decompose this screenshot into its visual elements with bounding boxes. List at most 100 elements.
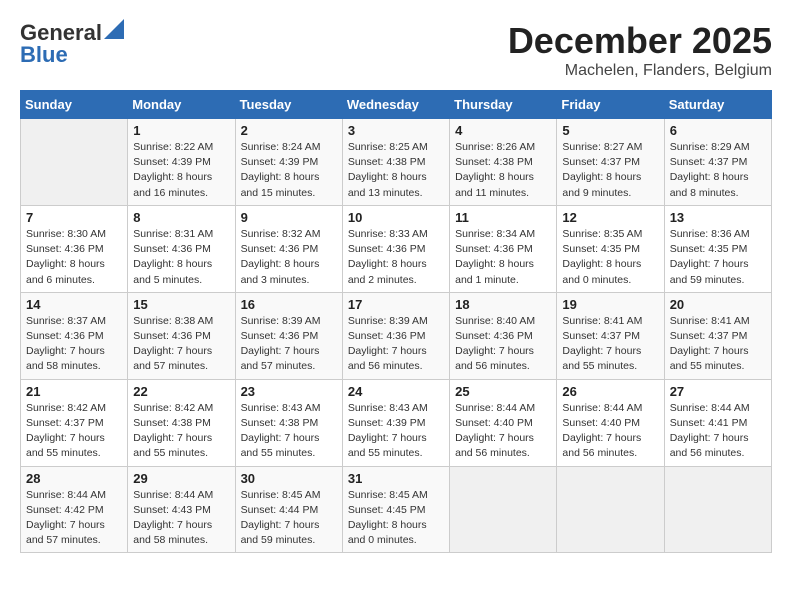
calendar-cell: 8 Sunrise: 8:31 AMSunset: 4:36 PMDaylight… bbox=[128, 205, 235, 292]
day-number: 26 bbox=[562, 384, 658, 399]
calendar-header-monday: Monday bbox=[128, 91, 235, 119]
day-number: 16 bbox=[241, 297, 337, 312]
day-number: 9 bbox=[241, 210, 337, 225]
day-info: Sunrise: 8:32 AMSunset: 4:36 PMDaylight:… bbox=[241, 227, 337, 288]
calendar-header-friday: Friday bbox=[557, 91, 664, 119]
calendar-cell: 16 Sunrise: 8:39 AMSunset: 4:36 PMDayligh… bbox=[235, 292, 342, 379]
day-number: 28 bbox=[26, 471, 122, 486]
calendar-header-tuesday: Tuesday bbox=[235, 91, 342, 119]
calendar-cell: 12 Sunrise: 8:35 AMSunset: 4:35 PMDayligh… bbox=[557, 205, 664, 292]
day-info: Sunrise: 8:27 AMSunset: 4:37 PMDaylight:… bbox=[562, 140, 658, 201]
calendar-cell: 23 Sunrise: 8:43 AMSunset: 4:38 PMDayligh… bbox=[235, 379, 342, 466]
calendar-cell: 18 Sunrise: 8:40 AMSunset: 4:36 PMDayligh… bbox=[450, 292, 557, 379]
day-info: Sunrise: 8:43 AMSunset: 4:39 PMDaylight:… bbox=[348, 401, 444, 462]
calendar-cell: 15Sunrise: 8:38 AMSunset: 4:36 PMDayligh… bbox=[128, 292, 235, 379]
day-info: Sunrise: 8:45 AMSunset: 4:45 PMDaylight:… bbox=[348, 488, 444, 549]
calendar-cell: 6 Sunrise: 8:29 AMSunset: 4:37 PMDaylight… bbox=[664, 119, 771, 206]
calendar-week-1: 1Sunrise: 8:22 AMSunset: 4:39 PMDaylight… bbox=[21, 119, 772, 206]
day-number: 5 bbox=[562, 123, 658, 138]
day-info: Sunrise: 8:36 AMSunset: 4:35 PMDaylight:… bbox=[670, 227, 766, 288]
calendar-cell: 27Sunrise: 8:44 AMSunset: 4:41 PMDayligh… bbox=[664, 379, 771, 466]
day-number: 2 bbox=[241, 123, 337, 138]
calendar-week-2: 7 Sunrise: 8:30 AMSunset: 4:36 PMDaylight… bbox=[21, 205, 772, 292]
calendar-cell: 2Sunrise: 8:24 AMSunset: 4:39 PMDaylight… bbox=[235, 119, 342, 206]
day-info: Sunrise: 8:30 AMSunset: 4:36 PMDaylight:… bbox=[26, 227, 122, 288]
day-number: 25 bbox=[455, 384, 551, 399]
day-info: Sunrise: 8:37 AMSunset: 4:36 PMDaylight:… bbox=[26, 314, 122, 375]
calendar-cell bbox=[21, 119, 128, 206]
calendar-cell: 21Sunrise: 8:42 AMSunset: 4:37 PMDayligh… bbox=[21, 379, 128, 466]
day-info: Sunrise: 8:31 AMSunset: 4:36 PMDaylight:… bbox=[133, 227, 229, 288]
calendar-header-wednesday: Wednesday bbox=[342, 91, 449, 119]
day-info: Sunrise: 8:45 AMSunset: 4:44 PMDaylight:… bbox=[241, 488, 337, 549]
day-number: 23 bbox=[241, 384, 337, 399]
calendar-cell: 25 Sunrise: 8:44 AMSunset: 4:40 PMDayligh… bbox=[450, 379, 557, 466]
location-title: Machelen, Flanders, Belgium bbox=[508, 62, 772, 80]
calendar-cell: 1Sunrise: 8:22 AMSunset: 4:39 PMDaylight… bbox=[128, 119, 235, 206]
day-number: 24 bbox=[348, 384, 444, 399]
day-info: Sunrise: 8:41 AMSunset: 4:37 PMDaylight:… bbox=[562, 314, 658, 375]
day-number: 29 bbox=[133, 471, 229, 486]
day-number: 12 bbox=[562, 210, 658, 225]
calendar-header-sunday: Sunday bbox=[21, 91, 128, 119]
day-info: Sunrise: 8:44 AMSunset: 4:41 PMDaylight:… bbox=[670, 401, 766, 462]
calendar-header-thursday: Thursday bbox=[450, 91, 557, 119]
calendar-cell bbox=[557, 466, 664, 553]
calendar-cell: 3 Sunrise: 8:25 AMSunset: 4:38 PMDaylight… bbox=[342, 119, 449, 206]
day-info: Sunrise: 8:26 AMSunset: 4:38 PMDaylight:… bbox=[455, 140, 551, 201]
title-area: December 2025 Machelen, Flanders, Belgiu… bbox=[508, 20, 772, 80]
calendar-cell: 28 Sunrise: 8:44 AMSunset: 4:42 PMDayligh… bbox=[21, 466, 128, 553]
calendar-cell bbox=[450, 466, 557, 553]
calendar-cell: 5 Sunrise: 8:27 AMSunset: 4:37 PMDaylight… bbox=[557, 119, 664, 206]
calendar-cell: 7 Sunrise: 8:30 AMSunset: 4:36 PMDaylight… bbox=[21, 205, 128, 292]
calendar-cell: 26Sunrise: 8:44 AMSunset: 4:40 PMDayligh… bbox=[557, 379, 664, 466]
day-number: 3 bbox=[348, 123, 444, 138]
calendar-week-3: 14 Sunrise: 8:37 AMSunset: 4:36 PMDayligh… bbox=[21, 292, 772, 379]
calendar-cell: 30 Sunrise: 8:45 AMSunset: 4:44 PMDayligh… bbox=[235, 466, 342, 553]
calendar-cell bbox=[664, 466, 771, 553]
day-number: 22 bbox=[133, 384, 229, 399]
logo-icon bbox=[104, 19, 124, 39]
day-number: 18 bbox=[455, 297, 551, 312]
day-info: Sunrise: 8:40 AMSunset: 4:36 PMDaylight:… bbox=[455, 314, 551, 375]
day-info: Sunrise: 8:33 AMSunset: 4:36 PMDaylight:… bbox=[348, 227, 444, 288]
calendar-header-row: SundayMondayTuesdayWednesdayThursdayFrid… bbox=[21, 91, 772, 119]
calendar-week-5: 28 Sunrise: 8:44 AMSunset: 4:42 PMDayligh… bbox=[21, 466, 772, 553]
day-number: 4 bbox=[455, 123, 551, 138]
calendar-header-saturday: Saturday bbox=[664, 91, 771, 119]
calendar-cell: 4 Sunrise: 8:26 AMSunset: 4:38 PMDaylight… bbox=[450, 119, 557, 206]
day-number: 30 bbox=[241, 471, 337, 486]
calendar-week-4: 21Sunrise: 8:42 AMSunset: 4:37 PMDayligh… bbox=[21, 379, 772, 466]
day-number: 8 bbox=[133, 210, 229, 225]
day-number: 31 bbox=[348, 471, 444, 486]
day-info: Sunrise: 8:44 AMSunset: 4:42 PMDaylight:… bbox=[26, 488, 122, 549]
day-info: Sunrise: 8:43 AMSunset: 4:38 PMDaylight:… bbox=[241, 401, 337, 462]
month-title: December 2025 bbox=[508, 20, 772, 62]
day-number: 20 bbox=[670, 297, 766, 312]
calendar-cell: 29 Sunrise: 8:44 AMSunset: 4:43 PMDayligh… bbox=[128, 466, 235, 553]
day-info: Sunrise: 8:44 AMSunset: 4:43 PMDaylight:… bbox=[133, 488, 229, 549]
calendar-cell: 19 Sunrise: 8:41 AMSunset: 4:37 PMDayligh… bbox=[557, 292, 664, 379]
day-info: Sunrise: 8:44 AMSunset: 4:40 PMDaylight:… bbox=[455, 401, 551, 462]
day-info: Sunrise: 8:39 AMSunset: 4:36 PMDaylight:… bbox=[241, 314, 337, 375]
day-number: 13 bbox=[670, 210, 766, 225]
day-info: Sunrise: 8:42 AMSunset: 4:38 PMDaylight:… bbox=[133, 401, 229, 462]
day-number: 11 bbox=[455, 210, 551, 225]
calendar-cell: 22 Sunrise: 8:42 AMSunset: 4:38 PMDayligh… bbox=[128, 379, 235, 466]
day-info: Sunrise: 8:35 AMSunset: 4:35 PMDaylight:… bbox=[562, 227, 658, 288]
calendar-cell: 20Sunrise: 8:41 AMSunset: 4:37 PMDayligh… bbox=[664, 292, 771, 379]
day-number: 19 bbox=[562, 297, 658, 312]
day-number: 15 bbox=[133, 297, 229, 312]
calendar-cell: 17Sunrise: 8:39 AMSunset: 4:36 PMDayligh… bbox=[342, 292, 449, 379]
day-number: 10 bbox=[348, 210, 444, 225]
calendar-cell: 31 Sunrise: 8:45 AMSunset: 4:45 PMDayligh… bbox=[342, 466, 449, 553]
day-number: 6 bbox=[670, 123, 766, 138]
calendar-cell: 11Sunrise: 8:34 AMSunset: 4:36 PMDayligh… bbox=[450, 205, 557, 292]
day-number: 7 bbox=[26, 210, 122, 225]
day-info: Sunrise: 8:22 AMSunset: 4:39 PMDaylight:… bbox=[133, 140, 229, 201]
day-info: Sunrise: 8:25 AMSunset: 4:38 PMDaylight:… bbox=[348, 140, 444, 201]
day-info: Sunrise: 8:29 AMSunset: 4:37 PMDaylight:… bbox=[670, 140, 766, 201]
day-info: Sunrise: 8:42 AMSunset: 4:37 PMDaylight:… bbox=[26, 401, 122, 462]
calendar-cell: 14 Sunrise: 8:37 AMSunset: 4:36 PMDayligh… bbox=[21, 292, 128, 379]
day-number: 14 bbox=[26, 297, 122, 312]
